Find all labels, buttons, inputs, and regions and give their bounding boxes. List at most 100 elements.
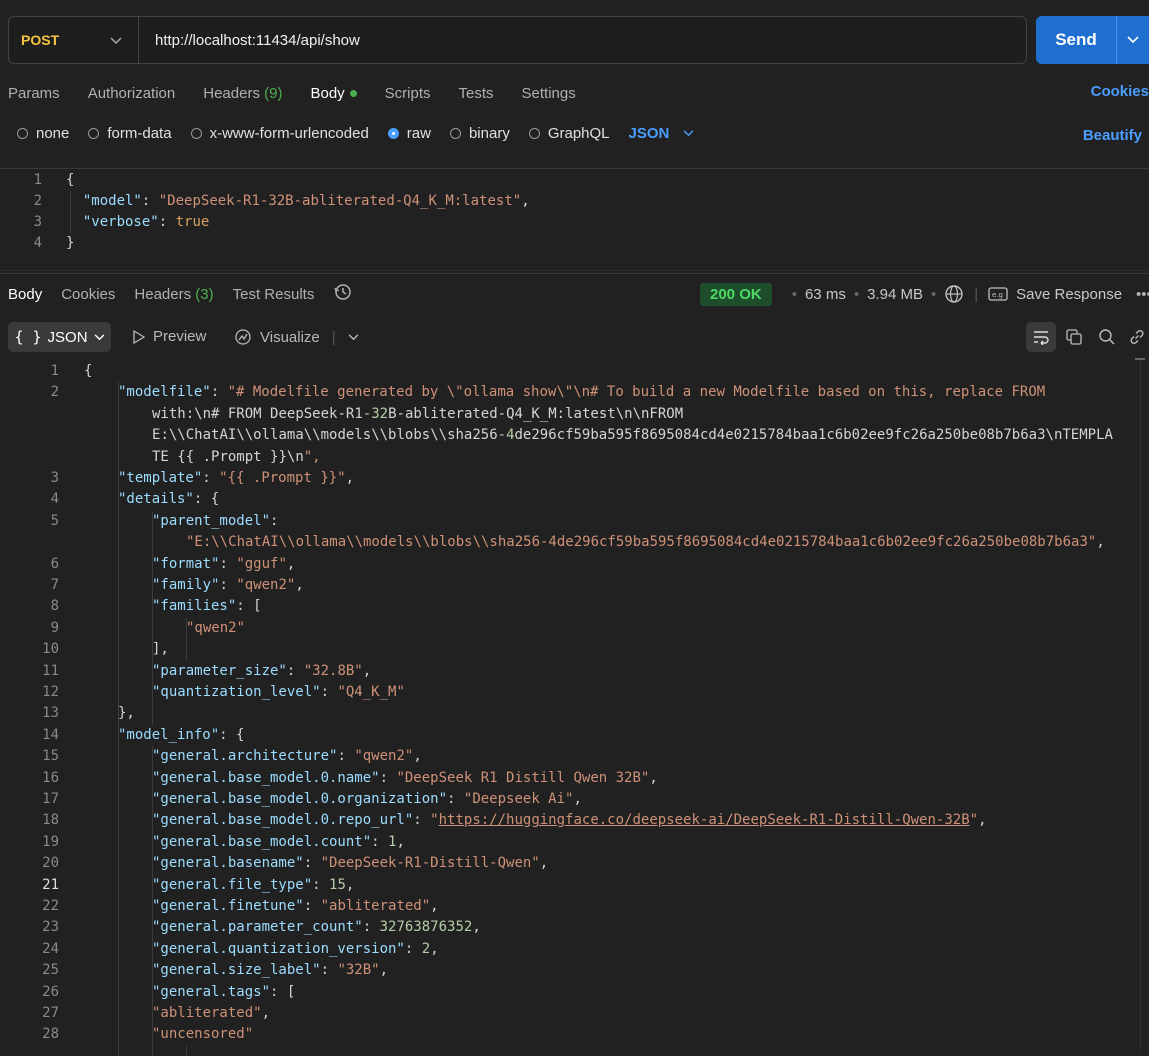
save-response-button[interactable]: Save Response <box>1016 286 1122 303</box>
line-number: 13 <box>42 705 59 722</box>
method-select[interactable]: POST <box>9 17 139 63</box>
code-line: "model": "DeepSeek-R1-32B-abliterated-Q4… <box>82 193 530 209</box>
line-number: 19 <box>42 833 59 850</box>
more-options-icon[interactable]: ••• <box>1136 286 1149 303</box>
url-input[interactable]: http://localhost:11434/api/show <box>139 32 360 49</box>
radio-none[interactable]: none <box>17 125 69 142</box>
radio-urlencoded[interactable]: x-www-form-urlencoded <box>190 125 369 142</box>
code-line: ], <box>152 641 169 658</box>
pane-resizer[interactable] <box>0 270 1149 271</box>
send-label: Send <box>1055 30 1097 49</box>
code-line: "model_info": { <box>118 726 245 743</box>
code-line: "qwen2" <box>186 619 246 636</box>
response-body-viewer[interactable]: 1 {2 "modelfile": "# Modelfile generated b… <box>0 361 1140 1056</box>
radio-raw[interactable]: raw <box>387 125 431 142</box>
send-options-chevron-icon[interactable] <box>1116 16 1149 64</box>
line-number: 28 <box>42 1026 59 1043</box>
line-number: 6 <box>50 555 59 572</box>
divider: | <box>974 285 979 303</box>
wrap-lines-icon[interactable] <box>1026 322 1056 352</box>
line-number: 26 <box>42 983 59 1000</box>
visualize-label: Visualize <box>260 328 320 346</box>
tab-params[interactable]: Params <box>8 85 60 102</box>
response-tab-cookies[interactable]: Cookies <box>61 286 115 303</box>
line-number: 3 <box>33 214 42 230</box>
line-number <box>0 447 59 468</box>
line-number: 17 <box>42 791 59 807</box>
code-line: "families": [ <box>152 598 262 615</box>
line-number: 23 <box>42 919 59 936</box>
link-icon[interactable] <box>1124 322 1149 352</box>
body-modified-dot-icon <box>349 90 357 98</box>
code-line: "parent_model": <box>152 512 279 529</box>
line-number: 3 <box>50 470 59 486</box>
response-size[interactable]: 3.94 MB <box>867 286 923 303</box>
radio-binary-label: binary <box>468 125 510 142</box>
scrollbar-track[interactable] <box>1140 360 1141 1050</box>
divider <box>0 168 1149 169</box>
code-line: "template": "{{ .Prompt }}", <box>118 470 355 486</box>
line-number: 20 <box>42 855 59 872</box>
line-number: 15 <box>42 748 59 765</box>
line-number: 2 <box>33 193 42 209</box>
line-number: 22 <box>42 898 59 914</box>
language-select[interactable]: JSON <box>629 125 695 142</box>
method-label: POST <box>21 32 60 48</box>
visualize-button[interactable]: Visualize | <box>234 328 359 346</box>
tab-tests[interactable]: Tests <box>459 85 494 102</box>
radio-form-data[interactable]: form-data <box>88 125 172 142</box>
line-number: 11 <box>42 662 59 679</box>
request-body-editor[interactable]: 1 2 3 4 { "model": "DeepSeek-R1-32B-abli… <box>0 170 1149 266</box>
response-tab-headers-label: Headers <box>134 285 192 303</box>
radio-circle-icon <box>528 128 540 139</box>
tab-body[interactable]: Body <box>310 85 357 102</box>
line-number: 1 <box>50 363 59 379</box>
code-line: "general.quantization_version": 2, <box>152 940 439 957</box>
preview-button[interactable]: Preview <box>133 328 206 345</box>
line-number: 21 <box>42 876 59 893</box>
search-icon[interactable] <box>1092 322 1122 352</box>
separator-dot: • <box>930 285 937 303</box>
send-button[interactable]: Send <box>1036 16 1149 64</box>
copy-icon[interactable] <box>1059 322 1089 352</box>
line-number: 7 <box>50 577 59 593</box>
response-time[interactable]: 63 ms <box>805 286 846 303</box>
body-type-radios: none form-data x-www-form-urlencoded raw… <box>17 125 694 142</box>
response-tab-body[interactable]: Body <box>8 286 42 303</box>
history-icon[interactable] <box>333 282 353 306</box>
code-line: }, <box>118 705 135 722</box>
save-response-icon[interactable]: e.g <box>988 287 1008 301</box>
code-line: "uncensored" <box>152 1026 254 1043</box>
radio-urlencoded-label: x-www-form-urlencoded <box>209 125 369 142</box>
beautify-button[interactable]: Beautify <box>1083 127 1142 144</box>
tab-headers[interactable]: Headers (9) <box>203 85 282 102</box>
scrollbar-thumb[interactable] <box>1135 358 1145 360</box>
code-line: "abliterated", <box>152 1005 271 1021</box>
tab-settings[interactable]: Settings <box>522 85 576 102</box>
indent-guide <box>152 510 153 725</box>
play-icon <box>133 329 145 344</box>
cookies-link[interactable]: Cookies <box>1091 83 1149 100</box>
line-number <box>0 404 59 425</box>
response-tab-headers[interactable]: Headers (3) <box>134 286 213 303</box>
indent-guide <box>186 617 187 661</box>
response-tab-test-results[interactable]: Test Results <box>233 286 315 303</box>
indent-guide <box>118 382 119 1056</box>
tab-scripts[interactable]: Scripts <box>385 85 431 102</box>
code-line: "general.file_type": 15, <box>152 876 355 893</box>
status-badge[interactable]: 200 OK <box>700 282 772 306</box>
chevron-down-icon <box>94 333 104 340</box>
radio-binary[interactable]: binary <box>449 125 510 142</box>
tab-authorization[interactable]: Authorization <box>88 85 176 102</box>
preview-label: Preview <box>153 328 207 345</box>
radio-graphql-label: GraphQL <box>547 125 610 142</box>
radio-graphql[interactable]: GraphQL <box>528 125 610 142</box>
chevron-down-icon[interactable] <box>348 333 359 341</box>
line-number: 25 <box>42 962 59 979</box>
code-line: TE {{ .Prompt }}\n", <box>152 448 321 465</box>
divider <box>0 273 1149 274</box>
globe-icon[interactable] <box>944 284 964 304</box>
line-number: 4 <box>50 491 59 508</box>
code-line: } <box>66 235 75 251</box>
response-format-select[interactable]: { } JSON <box>8 322 111 352</box>
